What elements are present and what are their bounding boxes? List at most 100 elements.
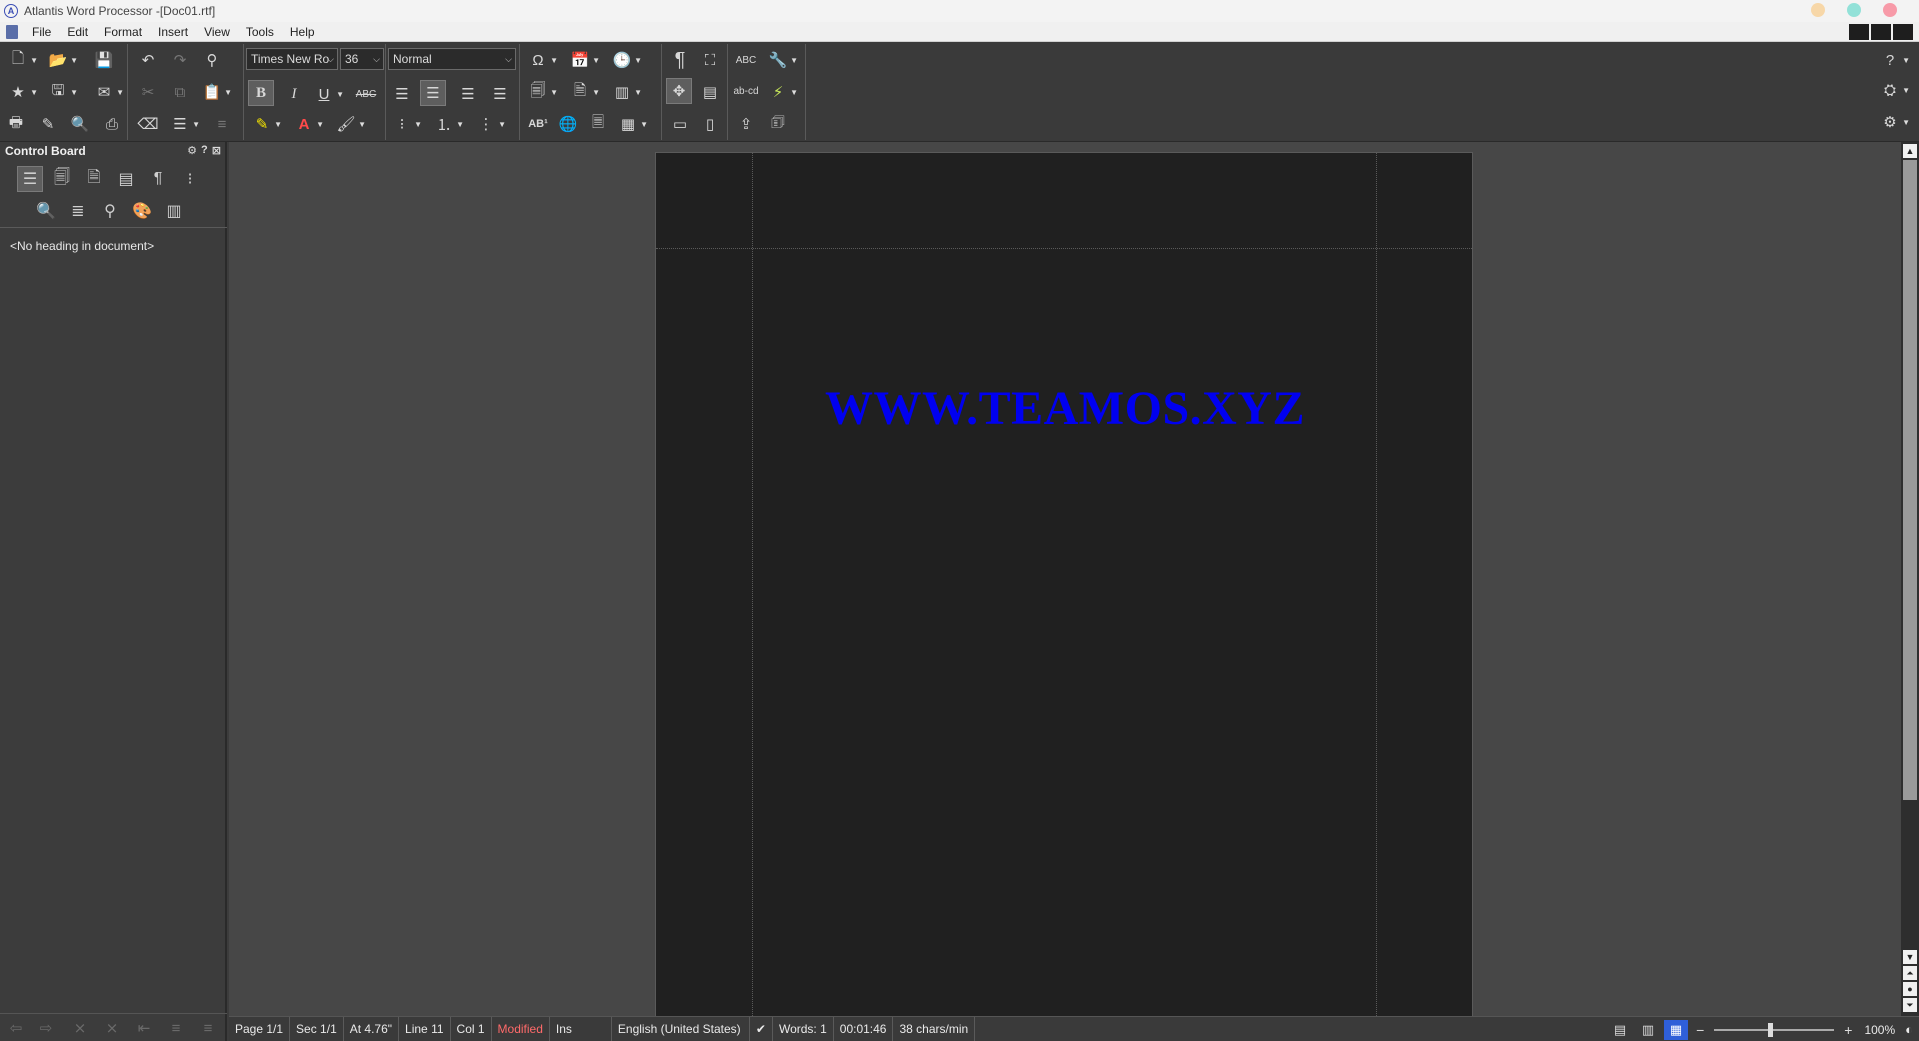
page-break-icon[interactable]: 🗐 ▼ (524, 78, 559, 106)
superscript-icon[interactable]: AB¹ (524, 110, 552, 138)
close-button[interactable] (1883, 3, 1897, 17)
maximize-button[interactable] (1847, 3, 1861, 17)
menu-file[interactable]: File (24, 25, 59, 39)
zoom-in-icon[interactable]: + (1840, 1022, 1856, 1038)
scroll-down-icon[interactable]: ▼ (1903, 950, 1917, 964)
justify-icon[interactable]: ☰ (486, 80, 514, 108)
document-icon[interactable] (6, 24, 18, 39)
clipart-palette-icon[interactable]: 🎨 (129, 198, 155, 224)
favorites-star-icon[interactable]: ★ ▼ (4, 78, 38, 106)
delete-heading-icon[interactable]: ⨯ (68, 1018, 92, 1038)
symbol-omega-icon[interactable]: Ω ▼ (524, 46, 558, 74)
footnote-icon[interactable]: 🗏 (584, 110, 612, 138)
zoom-out-icon[interactable]: − (1692, 1022, 1708, 1038)
power-typing-icon[interactable]: ⚡ ▼ (764, 78, 798, 106)
italic-button[interactable]: I (280, 80, 308, 108)
status-line[interactable]: Line 11 (399, 1016, 451, 1041)
align-right-icon[interactable]: ☰ (454, 80, 482, 108)
cut-icon[interactable]: ✂ (134, 78, 162, 106)
font-color-icon[interactable]: A ▼ (290, 110, 324, 138)
spellcheck-status-icon[interactable]: ✔ (750, 1016, 773, 1041)
document-page[interactable]: WWW.TEAMOS.XYZ (655, 152, 1473, 1016)
status-words[interactable]: Words: 1 (773, 1016, 834, 1041)
customize-icon[interactable]: ⛭ ▼ (1876, 76, 1910, 104)
quick-print-icon[interactable]: ⎙ (98, 110, 126, 138)
upload-export-icon[interactable]: ⇪ (732, 110, 760, 138)
print-icon[interactable]: 🖶 (2, 110, 30, 138)
move-down-icon[interactable]: ≡ (196, 1018, 220, 1038)
browse-object-icon[interactable]: ● (1903, 982, 1917, 996)
align-left-icon[interactable]: ☰ (388, 80, 416, 108)
status-language[interactable]: English (United States) (612, 1016, 750, 1041)
save-as-icon[interactable]: 🖫 ▼ (44, 78, 78, 106)
panel-help-icon[interactable]: ? (201, 144, 208, 157)
web-link-icon[interactable]: 🌐 (554, 110, 582, 138)
outline-list-icon[interactable]: ⁝ (177, 166, 203, 192)
redo-icon[interactable]: ↷ (166, 46, 194, 74)
headings-browser-icon[interactable]: ☰ (17, 166, 43, 192)
edit-document-icon[interactable]: ✎ (34, 110, 62, 138)
strikethrough-button[interactable]: ABC (352, 80, 380, 108)
format-painter-icon[interactable]: 🖌 ▼ (332, 110, 366, 138)
columns-icon[interactable]: ▥ ▼ (608, 78, 642, 106)
status-position[interactable]: At 4.76" (344, 1016, 400, 1041)
paragraph-lines-icon[interactable]: ☰ ▼ (166, 110, 200, 138)
full-screen-icon[interactable]: ⛶ (696, 46, 724, 74)
menu-help[interactable]: Help (282, 25, 323, 39)
settings-gear-icon[interactable]: ⚙ ▼ (1876, 108, 1910, 136)
status-col[interactable]: Col 1 (451, 1016, 492, 1041)
night-mode-icon[interactable]: ◐ (1903, 1022, 1919, 1037)
multilevel-list-icon[interactable]: ⋮ ▼ (472, 110, 507, 138)
notes-icon[interactable]: 🗎 (81, 166, 107, 192)
hyphenation-icon[interactable]: ab-cd (732, 78, 760, 106)
forward-arrow-icon[interactable]: ⇨ (34, 1018, 58, 1038)
find-binoculars-icon[interactable]: ⚲ (198, 46, 226, 74)
undo-icon[interactable]: ↶ (134, 46, 162, 74)
status-time[interactable]: 00:01:46 (834, 1016, 894, 1041)
new-document-icon[interactable]: 🗋 ▼ (4, 46, 38, 74)
zoom-slider-knob[interactable] (1768, 1022, 1774, 1037)
vertical-scrollbar[interactable]: ▲ ▼ ⏶ ● ⏷ (1901, 142, 1919, 1016)
open-folder-icon[interactable]: 📂 ▼ (44, 46, 78, 74)
menu-tools[interactable]: Tools (238, 25, 282, 39)
print-preview-icon[interactable]: 🔍 (66, 110, 94, 138)
scroll-up-icon[interactable]: ▲ (1903, 144, 1917, 158)
remove-heading-icon[interactable]: ⨯ (100, 1018, 124, 1038)
scroll-thumb[interactable] (1903, 160, 1917, 800)
previous-page-icon[interactable]: ⏶ (1903, 966, 1917, 980)
page-layout-icon[interactable]: ✥ (666, 78, 692, 104)
menu-insert[interactable]: Insert (150, 25, 196, 39)
font-name-select[interactable]: Times New Ro ⌵ (246, 48, 338, 70)
time-clock-icon[interactable]: 🕒 ▼ (608, 46, 642, 74)
find-zoom-icon[interactable]: 🔍 (33, 198, 59, 224)
back-arrow-icon[interactable]: ⇦ (4, 1018, 28, 1038)
copy-icon[interactable]: ⧉ (166, 78, 194, 106)
email-icon[interactable]: ✉ ▼ (90, 78, 124, 106)
style-select[interactable]: Normal ⌵ (388, 48, 516, 70)
zoom-slider[interactable] (1714, 1022, 1835, 1037)
horizontal-ruler-icon[interactable]: ▭ (666, 110, 694, 138)
autocorrect-wrench-icon[interactable]: 🔧 ▼ (764, 46, 798, 74)
document-list-icon[interactable]: ▤ (113, 166, 139, 192)
minimize-button[interactable] (1811, 3, 1825, 17)
doc-close-button[interactable] (1893, 24, 1913, 40)
move-up-icon[interactable]: ≡ (164, 1018, 188, 1038)
font-size-select[interactable]: 36 ⌵ (340, 48, 384, 70)
menu-view[interactable]: View (196, 25, 238, 39)
next-page-icon[interactable]: ⏷ (1903, 998, 1917, 1012)
binoculars-icon[interactable]: ⚲ (97, 198, 123, 224)
paste-icon[interactable]: 📋 ▼ (198, 78, 232, 106)
normal-view-icon[interactable]: ▤ (1608, 1020, 1632, 1040)
status-section[interactable]: Sec 1/1 (290, 1016, 344, 1041)
menu-format[interactable]: Format (96, 25, 150, 39)
outline-view-icon[interactable]: ▤ (696, 78, 724, 106)
zoom-level[interactable]: 100% (1856, 1023, 1903, 1037)
styles-pilcrow-icon[interactable]: ¶ (145, 166, 171, 192)
table-grid-icon[interactable]: ▦ ▼ (614, 110, 648, 138)
bold-button[interactable]: B (248, 80, 274, 106)
highlight-icon[interactable]: ✎ ▼ (248, 110, 282, 138)
help-icon[interactable]: ? ▼ (1876, 46, 1910, 74)
bookmarks-icon[interactable]: 🗐 (49, 166, 75, 192)
status-speed[interactable]: 38 chars/min (893, 1016, 976, 1041)
show-formatting-pilcrow-icon[interactable]: ¶ (666, 46, 694, 74)
